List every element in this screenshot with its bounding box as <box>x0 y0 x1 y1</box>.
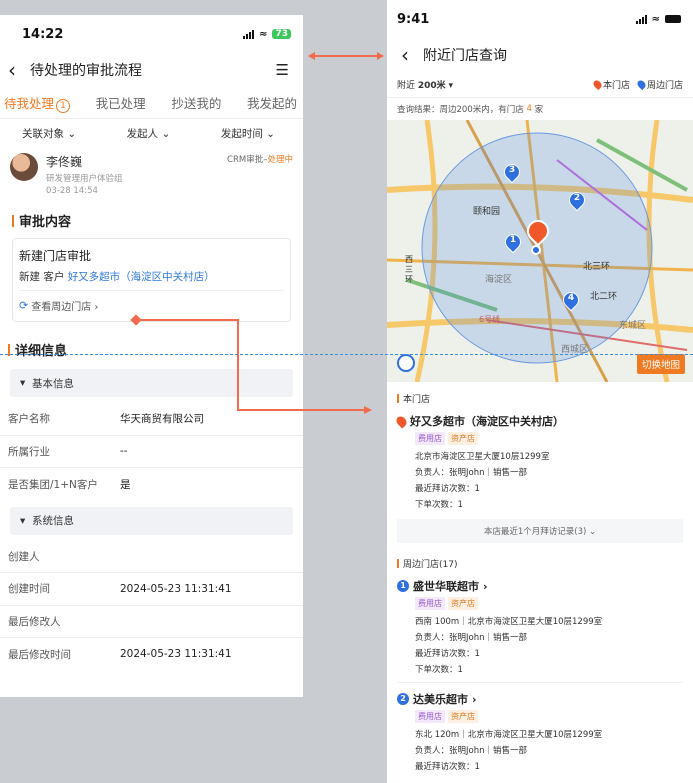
self-store-section: 本门店 好又多超市（海淀区中关村店） 费用店 资产店 北京市海淀区卫星大厦10层1… <box>387 382 693 775</box>
approval-section-title: 审批内容 <box>0 211 303 230</box>
tab-pending[interactable]: 待我处理 1 <box>4 93 71 113</box>
tab-processed[interactable]: 我已处理 <box>96 93 146 112</box>
arrow-head-right <box>364 406 372 414</box>
nearby-icon: ⟳ <box>19 299 29 312</box>
connector-arrow <box>138 319 238 321</box>
page-title: 附近门店查询 <box>423 48 507 64</box>
nearby-stores-screen: 9:41 ≈ ‹ 附近门店查询 附近 200米 ▾ 本门店 周边门店 查询结果：… <box>387 0 693 783</box>
pending-count-badge: 1 <box>56 98 71 113</box>
guide-line <box>0 354 693 355</box>
range-legend-row: 附近 200米 ▾ 本门店 周边门店 <box>387 72 693 98</box>
basic-info-group[interactable]: ▾ 基本信息 <box>10 369 293 397</box>
table-row: 是否集团/1+N客户是 <box>8 478 131 491</box>
query-result: 查询结果：周边200米内，有门店 4 家 <box>397 104 544 115</box>
map-label: 颐和园 <box>473 207 501 217</box>
avatar <box>10 153 38 181</box>
current-location-dot <box>531 245 541 255</box>
back-icon[interactable]: ‹ <box>8 58 30 82</box>
battery-icon: 73 <box>272 29 291 39</box>
self-store-name[interactable]: 好又多超市（海淀区中关村店） <box>394 413 683 429</box>
nav-bar: ‹ 附近门店查询 <box>387 38 693 72</box>
store-marker[interactable]: 1 <box>501 230 525 256</box>
page-title: 待处理的审批流程 <box>30 63 142 79</box>
store-tags: 费用店 资产店 <box>397 432 683 445</box>
tab-cc[interactable]: 抄送我的 <box>171 93 221 112</box>
store-link[interactable]: 好又多超市（海淀区中关村店） <box>68 271 215 283</box>
map-label: 6号线 <box>479 315 501 324</box>
store-marker[interactable]: 4 <box>559 288 583 314</box>
map-label: 海淀区 <box>485 275 513 285</box>
status-bar: 14:22 ≈ 73 <box>0 15 303 53</box>
tab-bar: 待我处理 1 我已处理 抄送我的 我发起的 <box>0 87 303 119</box>
map-label: 西三环 <box>405 255 413 284</box>
approval-card: 新建门店审批 新建 客户 好又多超市（海淀区中关村店） ⟳ 查看周边门店 › <box>12 238 291 322</box>
approval-screen: 14:22 ≈ 73 ‹ 待处理的审批流程 ☰ 待我处理 1 我已处理 抄送我的 … <box>0 15 303 697</box>
map-label: 北三环 <box>583 262 611 272</box>
connector-arrow <box>312 55 380 57</box>
store-info: 西南 100m｜北京市海淀区卫星大厦10层1299室 负责人：张明John｜销售… <box>397 614 683 683</box>
signal-icon <box>635 14 647 24</box>
filter-time[interactable]: 发起时间 ⌄ <box>221 126 275 141</box>
nearby-store-pin-icon <box>635 78 648 91</box>
status-time: 14:22 <box>22 26 64 42</box>
detail-section-title: 详细信息 <box>0 340 303 359</box>
store-info: 东北 120m｜北京市海淀区卫星大厦10层1299室 负责人：张明John｜销售… <box>415 730 603 772</box>
store-marker[interactable]: 3 <box>500 160 524 186</box>
map-label: 北二环 <box>590 292 618 302</box>
view-nearby-stores-link[interactable]: ⟳ 查看周边门店 › <box>19 298 284 313</box>
table-row: 创建时间 2024-05-23 11:31:41 <box>0 573 303 606</box>
map-legend: 本门店 周边门店 <box>591 78 683 91</box>
filter-initiator[interactable]: 发起人 ⌄ <box>127 126 171 141</box>
connector-arrow <box>237 319 239 410</box>
visit-records-button[interactable]: 本店最近1个月拜访记录(3) ⌄ <box>397 519 683 543</box>
battery-icon <box>665 15 681 23</box>
table-row: 创建人 <box>0 541 303 573</box>
store-info: 北京市海淀区卫星大厦10层1299室 负责人：张明John｜销售一部 最近拜访次… <box>415 452 550 510</box>
locate-icon[interactable] <box>397 354 415 372</box>
self-store-pin-icon <box>591 78 604 91</box>
list-menu-icon[interactable]: ☰ <box>276 61 289 79</box>
store-tags: 费用店 资产店 <box>397 710 683 723</box>
nearby-store-name[interactable]: 2 达美乐超市 › <box>397 691 683 707</box>
table-row: 所属行业 -- <box>0 436 303 468</box>
wifi-icon: ≈ <box>259 28 268 40</box>
store-tags: 费用店 资产店 <box>397 597 683 610</box>
map-label: 东城区 <box>619 321 647 331</box>
arrow-head-right <box>377 52 384 60</box>
table-row: 最后修改人 <box>0 606 303 638</box>
filter-bar: 关联对象 ⌄ 发起人 ⌄ 发起时间 ⌄ <box>0 119 303 147</box>
table-row: 客户名称 华天商贸有限公司 <box>0 403 303 436</box>
signal-icon <box>243 29 255 39</box>
connector-arrow <box>237 409 367 411</box>
status-bar: 9:41 ≈ <box>387 0 693 38</box>
filter-related-object[interactable]: 关联对象 ⌄ <box>22 126 76 141</box>
map-view[interactable]: 颐和园 海淀区 西三环 北三环 北二环 东城区 西城区 6号线 3 2 1 4 … <box>387 120 693 382</box>
status-time: 9:41 <box>397 11 430 27</box>
location-pin-icon <box>394 413 409 429</box>
status-badge: CRM审批–处理中 <box>227 155 293 165</box>
system-info-group[interactable]: ▾ 系统信息 <box>10 506 293 535</box>
wifi-icon: ≈ <box>651 13 660 25</box>
self-store-section-title: 本门店 <box>397 392 683 405</box>
nearby-store-name[interactable]: 1 盛世华联超市 › <box>397 578 683 594</box>
switch-map-button[interactable]: 切换地图 <box>636 354 685 374</box>
applicant-card: 李佟巍 研发管理用户体验组 03-28 14:54 CRM审批–处理中 <box>0 147 303 203</box>
applicant-date: 03-28 14:54 <box>46 186 98 196</box>
arrow-head-left <box>308 52 315 60</box>
tab-initiated[interactable]: 我发起的 <box>247 93 297 112</box>
range-selector[interactable]: 附近 200米 ▾ <box>397 78 453 91</box>
status-icons: ≈ 73 <box>243 29 291 40</box>
applicant-dept: 研发管理用户体验组 <box>46 174 123 184</box>
approval-card-title: 新建门店审批 <box>19 249 92 263</box>
back-icon[interactable]: ‹ <box>401 43 423 67</box>
store-marker[interactable]: 2 <box>565 188 589 214</box>
table-row: 最后修改时间 2024-05-23 11:31:41 <box>8 648 232 661</box>
approval-card-line: 新建 客户 好又多超市（海淀区中关村店） <box>19 269 284 291</box>
applicant-name: 李佟巍 <box>46 155 83 169</box>
nav-bar: ‹ 待处理的审批流程 ☰ <box>0 53 303 87</box>
nearby-section-title: 周边门店(17) <box>397 557 683 570</box>
